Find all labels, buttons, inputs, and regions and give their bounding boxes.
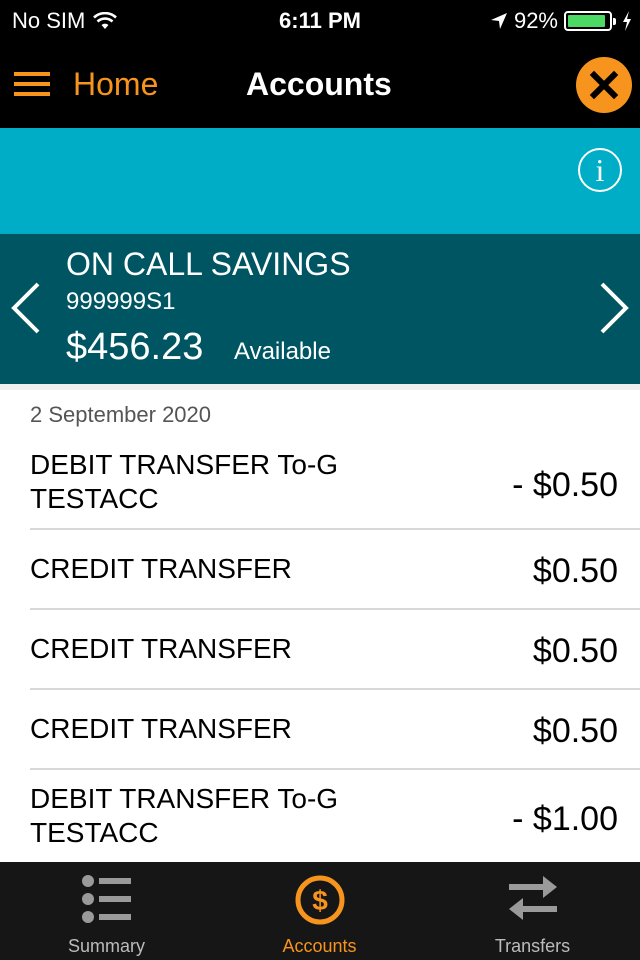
transaction-description: CREDIT TRANSFER [30, 553, 292, 584]
close-icon [589, 70, 619, 100]
tab-label: Summary [67, 936, 145, 956]
info-icon: i [595, 152, 605, 188]
transaction-amount: $0.50 [532, 632, 618, 670]
chevron-left-icon [11, 282, 40, 334]
transaction-amount: $0.50 [532, 712, 618, 750]
transaction-description: CREDIT TRANSFER [30, 713, 292, 744]
chevron-right-icon [600, 282, 629, 334]
transaction-amount: - $0.50 [512, 466, 618, 504]
transaction-row[interactable]: CREDIT TRANSFER $0.50 [30, 610, 640, 690]
date-header: 2 September 2020 [30, 402, 212, 427]
tab-label: Transfers [494, 936, 571, 956]
account-name: ON CALL SAVINGS [66, 246, 351, 282]
transaction-description: DEBIT TRANSFER To-G TESTACC [30, 783, 339, 848]
info-button[interactable]: i [578, 148, 622, 192]
page-title: Accounts [246, 66, 392, 102]
transfer-arrows-icon [508, 876, 557, 920]
transaction-row[interactable]: DEBIT TRANSFER To-G TESTACC - $1.00 [30, 770, 640, 862]
charging-bolt-icon [623, 11, 631, 31]
dollar-circle-icon: $ [295, 875, 344, 925]
hamburger-menu-button[interactable] [14, 72, 50, 96]
account-carousel: ON CALL SAVINGS 999999S1 $456.23 Availab… [0, 234, 640, 384]
tab-accounts[interactable]: $ Accounts [213, 862, 426, 960]
battery-fill [568, 15, 605, 27]
transaction-description: CREDIT TRANSFER [30, 633, 292, 664]
balance-label: Available [234, 338, 331, 365]
transaction-row[interactable]: CREDIT TRANSFER $0.50 [30, 530, 640, 610]
list-icon [81, 875, 131, 923]
battery-percent: 92% [513, 8, 558, 33]
location-arrow-icon [490, 13, 507, 29]
tab-transfers[interactable]: Transfers [426, 862, 639, 960]
battery-icon [564, 11, 616, 31]
transaction-list[interactable]: 2 September 2020 DEBIT TRANSFER To-G TES… [0, 390, 640, 862]
status-bar: No SIM 6:11 PM 92% [0, 0, 640, 40]
info-band: i [0, 128, 640, 234]
transaction-description: DEBIT TRANSFER To-G TESTACC [30, 449, 339, 514]
account-number: 999999S1 [66, 288, 176, 315]
tab-label: Accounts [282, 936, 357, 956]
transaction-amount: - $1.00 [512, 800, 618, 838]
status-right: 92% [490, 8, 632, 34]
transaction-amount: $0.50 [532, 552, 618, 590]
transaction-row[interactable]: CREDIT TRANSFER $0.50 [30, 690, 640, 770]
next-account-button[interactable] [596, 282, 632, 334]
home-link[interactable]: Home [73, 66, 158, 103]
tab-bar: Summary $ Accounts Transfers [0, 862, 640, 960]
svg-text:$: $ [312, 885, 328, 916]
transaction-row[interactable]: DEBIT TRANSFER To-G TESTACC - $0.50 [30, 440, 640, 530]
hamburger-icon-line [14, 92, 50, 96]
hamburger-icon-line [14, 82, 50, 86]
close-button[interactable] [576, 57, 632, 113]
tab-summary[interactable]: Summary [0, 862, 213, 960]
account-balance: $456.23 [66, 326, 204, 368]
hamburger-icon-line [14, 72, 50, 76]
navigation-bar: Home Accounts [0, 40, 640, 128]
previous-account-button[interactable] [8, 282, 44, 334]
